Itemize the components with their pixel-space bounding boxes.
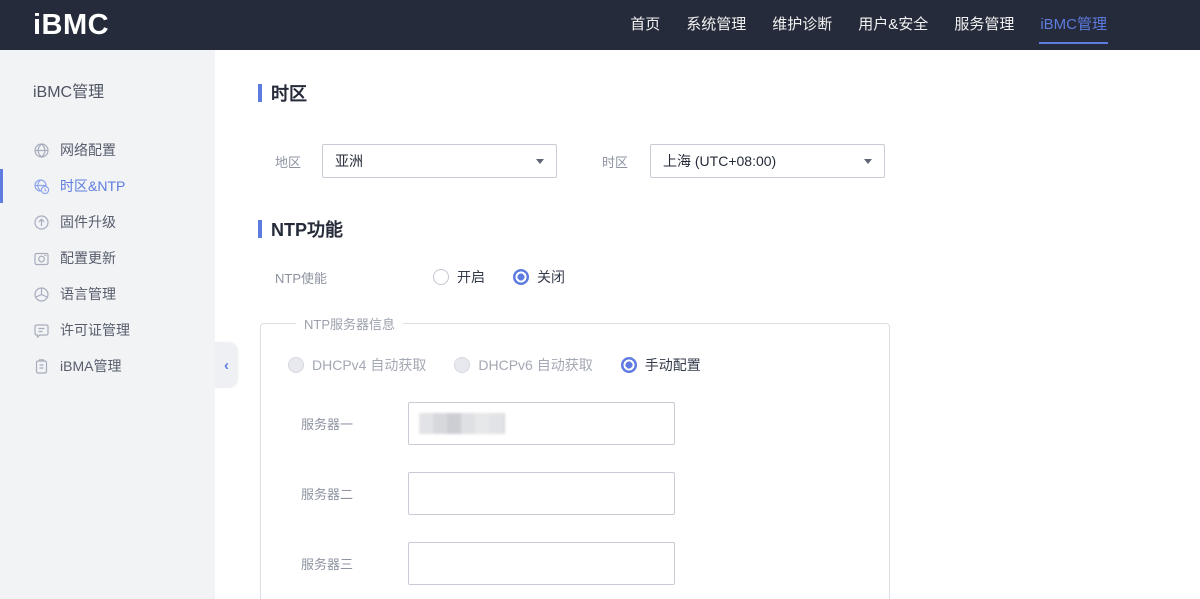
ntp-server-group-legend: NTP服务器信息: [296, 314, 403, 333]
radio-unchecked-icon[interactable]: [433, 269, 449, 285]
chevron-down-icon: [536, 159, 544, 164]
nav-item-home[interactable]: 首页: [617, 0, 673, 50]
ntp-server-group: NTP服务器信息 DHCPv4 自动获取 DHCPv6 自动获取 手动配置 服务…: [260, 314, 890, 599]
nav-item-maintenance[interactable]: 维护诊断: [759, 0, 845, 50]
sidebar: iBMC管理 网络配置 时区&NTP: [0, 50, 215, 599]
nav-item-ibmc-settings[interactable]: iBMC管理: [1027, 0, 1120, 50]
nav-item-services[interactable]: 服务管理: [941, 0, 1027, 50]
region-select[interactable]: 亚洲: [322, 144, 557, 178]
radio-label: 关闭: [537, 267, 565, 287]
sidebar-item-label: iBMA管理: [60, 356, 121, 376]
server-one-row: 服务器一: [288, 402, 889, 445]
manual-config-option[interactable]: 手动配置: [621, 355, 701, 375]
timezone-label: 时区: [602, 152, 650, 171]
sidebar-item-label: 网络配置: [60, 140, 116, 160]
sidebar-item-label: 许可证管理: [60, 320, 130, 340]
sidebar-item-timezone-ntp[interactable]: 时区&NTP: [0, 168, 215, 204]
dhcpv6-auto-option[interactable]: DHCPv6 自动获取: [454, 355, 592, 375]
sidebar-item-network-config[interactable]: 网络配置: [0, 132, 215, 168]
section-title-ntp: NTP功能: [258, 216, 1200, 242]
region-label: 地区: [275, 152, 322, 171]
server-two-input-wrap: [408, 472, 675, 515]
brand-logo: iBMC: [33, 9, 109, 42]
firmware-upgrade-icon: [33, 214, 50, 231]
ntp-enable-label: NTP使能: [275, 268, 433, 287]
server-two-label: 服务器二: [301, 484, 408, 503]
server-one-input[interactable]: [408, 402, 675, 445]
radio-label: 开启: [457, 267, 485, 287]
ntp-server-mode-row: DHCPv4 自动获取 DHCPv6 自动获取 手动配置: [288, 355, 889, 375]
server-one-input-wrap: [408, 402, 675, 445]
server-three-row: 服务器三: [288, 542, 889, 585]
sidebar-item-language[interactable]: 语言管理: [0, 276, 215, 312]
server-three-input-wrap: [408, 542, 675, 585]
ntp-enable-on-option[interactable]: 开启: [433, 267, 485, 287]
main-content: 时区 地区 亚洲 时区 上海 (UTC+08:00) NTP功能 NTP使能 开…: [215, 50, 1200, 599]
ntp-enable-row: NTP使能 开启 关闭: [258, 267, 1200, 287]
server-two-input[interactable]: [408, 472, 675, 515]
sidebar-item-label: 配置更新: [60, 248, 116, 268]
top-header: iBMC 首页 系统管理 维护诊断 用户&安全 服务管理 iBMC管理: [0, 0, 1200, 50]
server-one-label: 服务器一: [301, 414, 408, 433]
timezone-select[interactable]: 上海 (UTC+08:00): [650, 144, 885, 178]
sidebar-title: iBMC管理: [0, 50, 215, 102]
section-title-accent-bar: [258, 220, 262, 238]
config-update-icon: [33, 250, 50, 267]
radio-label: DHCPv6 自动获取: [478, 355, 592, 375]
radio-checked-icon[interactable]: [621, 357, 637, 373]
ibma-clipboard-icon: [33, 358, 50, 375]
network-globe-icon: [33, 142, 50, 159]
license-icon: [33, 322, 50, 339]
chevron-down-icon: [864, 159, 872, 164]
section-title-accent-bar: [258, 84, 262, 102]
sidebar-item-ibma[interactable]: iBMA管理: [0, 348, 215, 384]
sidebar-item-label: 时区&NTP: [60, 176, 125, 196]
sidebar-item-config-update[interactable]: 配置更新: [0, 240, 215, 276]
radio-label: DHCPv4 自动获取: [312, 355, 426, 375]
dhcpv4-auto-option[interactable]: DHCPv4 自动获取: [288, 355, 426, 375]
region-select-value: 亚洲: [335, 151, 536, 171]
section-title-text: NTP功能: [271, 216, 343, 242]
radio-checked-icon[interactable]: [513, 269, 529, 285]
radio-disabled-icon[interactable]: [454, 357, 470, 373]
sidebar-item-firmware-upgrade[interactable]: 固件升级: [0, 204, 215, 240]
server-two-row: 服务器二: [288, 472, 889, 515]
nav-item-user-security[interactable]: 用户&安全: [845, 0, 941, 50]
sidebar-item-license[interactable]: 许可证管理: [0, 312, 215, 348]
ntp-enable-off-option[interactable]: 关闭: [513, 267, 565, 287]
timezone-clock-icon: [33, 178, 50, 195]
top-nav: 首页 系统管理 维护诊断 用户&安全 服务管理 iBMC管理: [617, 0, 1200, 50]
sidebar-item-label: 固件升级: [60, 212, 116, 232]
section-title-text: 时区: [271, 80, 307, 106]
server-three-input[interactable]: [408, 542, 675, 585]
radio-disabled-icon[interactable]: [288, 357, 304, 373]
nav-item-system[interactable]: 系统管理: [673, 0, 759, 50]
language-icon: [33, 286, 50, 303]
server-three-label: 服务器三: [301, 554, 408, 573]
sidebar-item-label: 语言管理: [60, 284, 116, 304]
timezone-select-value: 上海 (UTC+08:00): [663, 151, 864, 171]
radio-label: 手动配置: [645, 355, 701, 375]
timezone-form-row: 地区 亚洲 时区 上海 (UTC+08:00): [258, 144, 1200, 178]
section-title-timezone: 时区: [258, 80, 1200, 106]
sidebar-menu: 网络配置 时区&NTP 固件升级: [0, 132, 215, 384]
